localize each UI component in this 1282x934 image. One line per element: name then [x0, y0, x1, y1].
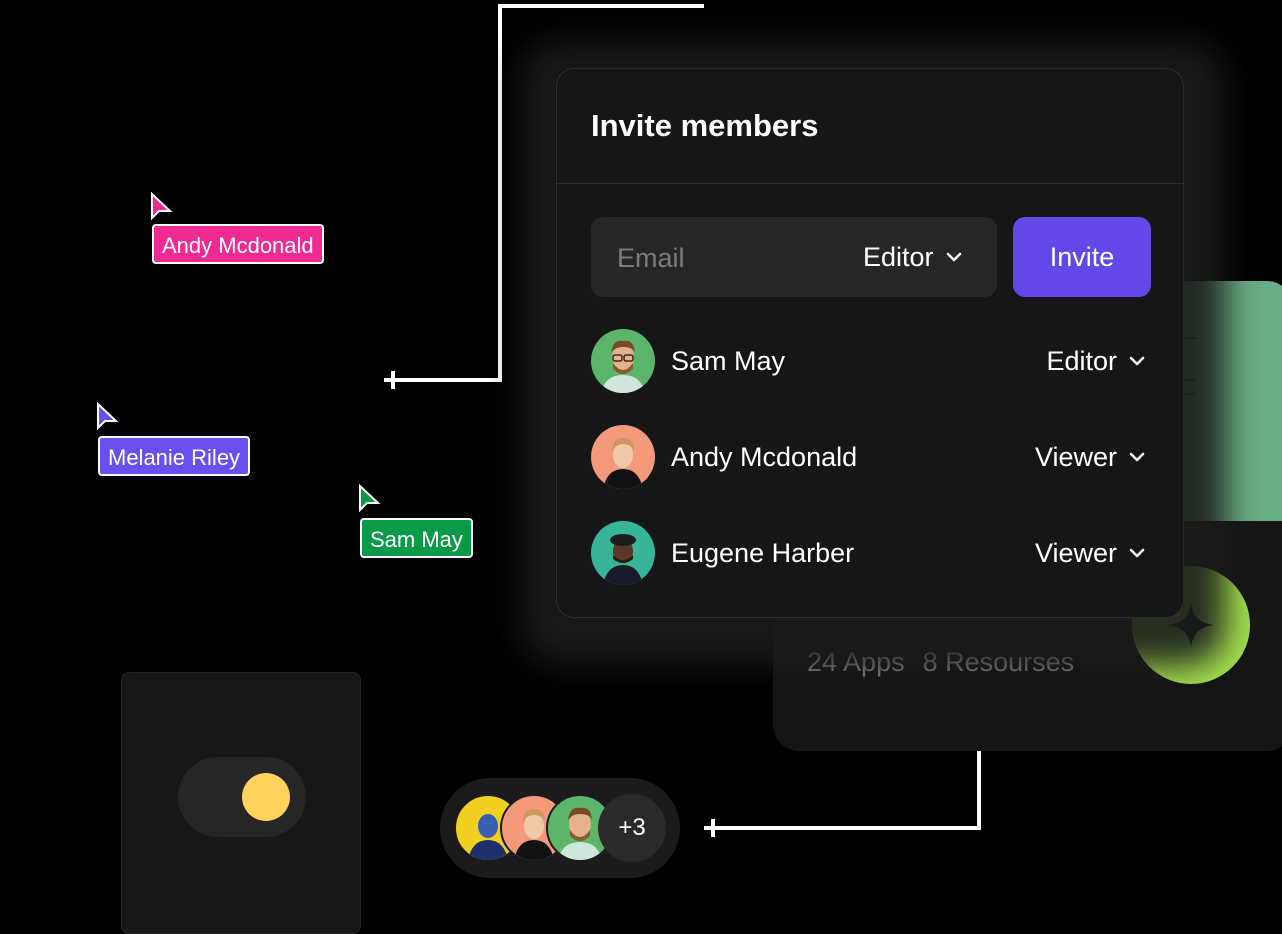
person-avatar-icon: [603, 534, 643, 585]
member-role-select[interactable]: Viewer: [1035, 425, 1145, 489]
cursor-pointer-icon: [97, 402, 119, 430]
member-role-select[interactable]: Viewer: [1035, 521, 1145, 585]
cursor-tag-sam: Sam May: [360, 518, 473, 558]
dialog-title: Invite members: [591, 108, 819, 143]
toggle-switch[interactable]: [178, 757, 306, 837]
person-avatar-icon: [603, 437, 643, 489]
member-name: Andy Mcdonald: [671, 442, 858, 472]
connector-line: [498, 4, 502, 382]
person-avatar-icon: [601, 340, 645, 393]
cursor-pointer-icon: [359, 484, 381, 512]
member-row: Andy Mcdonald Viewer: [591, 425, 1151, 489]
invite-members-dialog: Invite members Editor Invite Sam May E: [556, 68, 1184, 618]
toggle-tile: [121, 672, 361, 934]
email-input[interactable]: [615, 217, 839, 299]
connector-line: [498, 4, 704, 8]
connector-line: [392, 378, 502, 382]
member-role-label: Viewer: [1034, 537, 1117, 568]
invite-role-select[interactable]: Editor: [863, 217, 962, 297]
avatar: [591, 425, 655, 489]
member-name: Sam May: [671, 346, 786, 376]
avatar: [591, 329, 655, 393]
member-row: Eugene Harber Viewer: [591, 521, 1151, 585]
connector-plus-icon: [704, 819, 722, 837]
invite-row: Editor Invite: [591, 217, 1151, 299]
member-name: Eugene Harber: [671, 538, 855, 568]
chevron-down-icon: [1129, 452, 1145, 462]
chevron-down-icon: [1129, 548, 1145, 558]
cursor-pointer-icon: [151, 192, 173, 220]
avatar: [591, 521, 655, 585]
avatar-stack[interactable]: +3: [440, 778, 680, 878]
more-members-count: +3: [598, 794, 666, 862]
cursor-tag-melanie: Melanie Riley: [98, 436, 251, 476]
invite-button[interactable]: Invite: [1013, 217, 1151, 297]
member-row: Sam May Editor: [591, 329, 1151, 393]
email-field-container: Editor: [591, 217, 997, 299]
connector-line: [977, 750, 981, 830]
chevron-down-icon: [1129, 356, 1145, 366]
member-role-label: Viewer: [1034, 441, 1117, 472]
toggle-knob: [242, 773, 290, 821]
invite-role-label: Editor: [863, 241, 934, 272]
connector-plus-icon: [384, 371, 402, 389]
cursor-tag-andy: Andy Mcdonald: [152, 224, 324, 264]
connector-line: [712, 826, 981, 830]
dialog-header: Invite members: [557, 69, 1183, 184]
member-role-select[interactable]: Editor: [1046, 329, 1145, 393]
member-role-label: Editor: [1046, 345, 1117, 376]
chevron-down-icon: [946, 252, 961, 262]
